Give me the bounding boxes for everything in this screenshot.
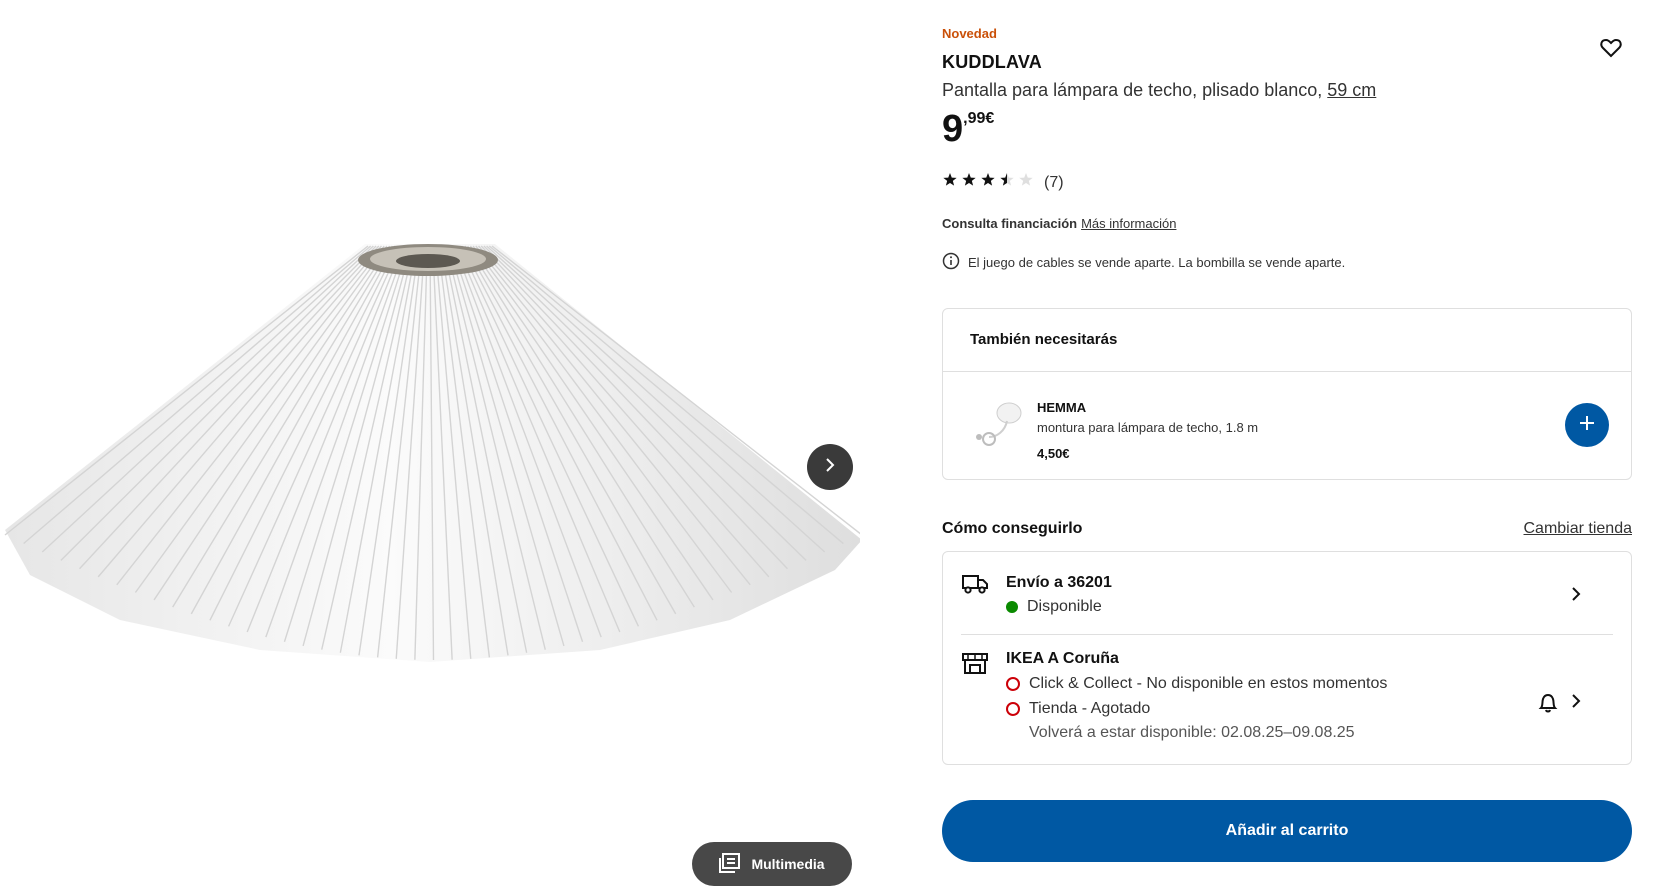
chevron-right-icon xyxy=(1569,693,1583,714)
also-need-card: También necesitarás HEMMA montura para l… xyxy=(942,308,1632,480)
delivery-status: Disponible xyxy=(1006,598,1102,616)
price-decimal: ,99€ xyxy=(963,110,995,127)
click-collect-status: Click & Collect - No disponible en estos… xyxy=(1006,675,1387,693)
hemma-thumbnail[interactable] xyxy=(967,397,1023,453)
review-count: (7) xyxy=(1044,173,1064,191)
restock-date: Volverá a estar disponible: 02.08.25–09.… xyxy=(1029,724,1355,741)
gallery-icon xyxy=(719,852,741,876)
add-also-need-button[interactable] xyxy=(1565,403,1609,447)
next-image-button[interactable] xyxy=(807,444,853,490)
multimedia-label: Multimedia xyxy=(751,856,825,872)
price-integer: 9 xyxy=(942,108,964,150)
also-need-item-description: montura para lámpara de techo, 1.8 m xyxy=(1037,420,1259,435)
available-dot-icon xyxy=(1006,601,1018,613)
also-need-item-name[interactable]: HEMMA xyxy=(1037,400,1086,415)
store-row[interactable]: IKEA A Coruña Click & Collect - No dispo… xyxy=(943,635,1631,765)
change-store-link[interactable]: Cambiar tienda xyxy=(1524,520,1633,538)
star-icon xyxy=(943,173,957,186)
card-divider xyxy=(943,371,1631,372)
star-icon xyxy=(981,173,995,186)
product-description-text: Pantalla para lámpara de techo, plisado … xyxy=(942,80,1323,100)
unavailable-ring-icon xyxy=(1006,702,1020,716)
product-note: El juego de cables se vende aparte. La b… xyxy=(942,252,1345,273)
bell-icon[interactable] xyxy=(1536,691,1560,720)
plus-icon xyxy=(1578,414,1596,437)
financing-label: Consulta financiación xyxy=(942,216,1078,231)
unavailable-ring-icon xyxy=(1006,677,1020,691)
in-store-status: Tienda - Agotado xyxy=(1006,700,1150,718)
rating[interactable]: (7) xyxy=(942,172,1064,193)
how-to-get-title: Cómo conseguirlo xyxy=(942,520,1083,537)
rating-stars xyxy=(942,172,1038,193)
financing-more-info-link[interactable]: Más información xyxy=(1081,216,1176,231)
new-badge: Novedad xyxy=(942,26,997,41)
store-heading: IKEA A Coruña xyxy=(1006,650,1119,667)
product-description: Pantalla para lámpara de techo, plisado … xyxy=(942,80,1376,101)
delivery-row[interactable]: Envío a 36201 Disponible xyxy=(943,552,1631,634)
favorite-heart-icon[interactable] xyxy=(1599,36,1623,60)
star-icon xyxy=(1000,173,1014,186)
truck-icon xyxy=(961,573,989,600)
store-icon xyxy=(962,652,988,679)
chevron-right-icon xyxy=(1569,586,1583,607)
add-to-cart-button[interactable]: Añadir al carrito xyxy=(942,800,1632,862)
delivery-heading: Envío a 36201 xyxy=(1006,574,1112,591)
also-need-title: También necesitarás xyxy=(970,331,1118,348)
info-icon xyxy=(942,252,960,273)
chevron-right-icon xyxy=(822,457,838,478)
financing: Consulta financiación Más información xyxy=(942,216,1176,231)
size-link[interactable]: 59 cm xyxy=(1327,80,1376,100)
click-collect-text: Click & Collect - No disponible en estos… xyxy=(1029,675,1388,692)
delivery-status-text: Disponible xyxy=(1027,598,1102,615)
product-price: 9,99€ xyxy=(942,106,994,152)
star-icon xyxy=(962,173,976,186)
availability-box: Envío a 36201 Disponible IKEA A Coruña C… xyxy=(942,551,1632,765)
also-need-item-price: 4,50€ xyxy=(1037,446,1070,461)
star-icon xyxy=(1019,173,1033,186)
pleated-lampshade-image xyxy=(4,244,860,662)
in-store-text: Tienda - Agotado xyxy=(1029,700,1151,717)
note-text: El juego de cables se vende aparte. La b… xyxy=(968,255,1346,270)
multimedia-button[interactable]: Multimedia xyxy=(692,842,852,886)
product-gallery: Multimedia xyxy=(0,0,860,889)
product-name: KUDDLAVA xyxy=(942,52,1042,72)
